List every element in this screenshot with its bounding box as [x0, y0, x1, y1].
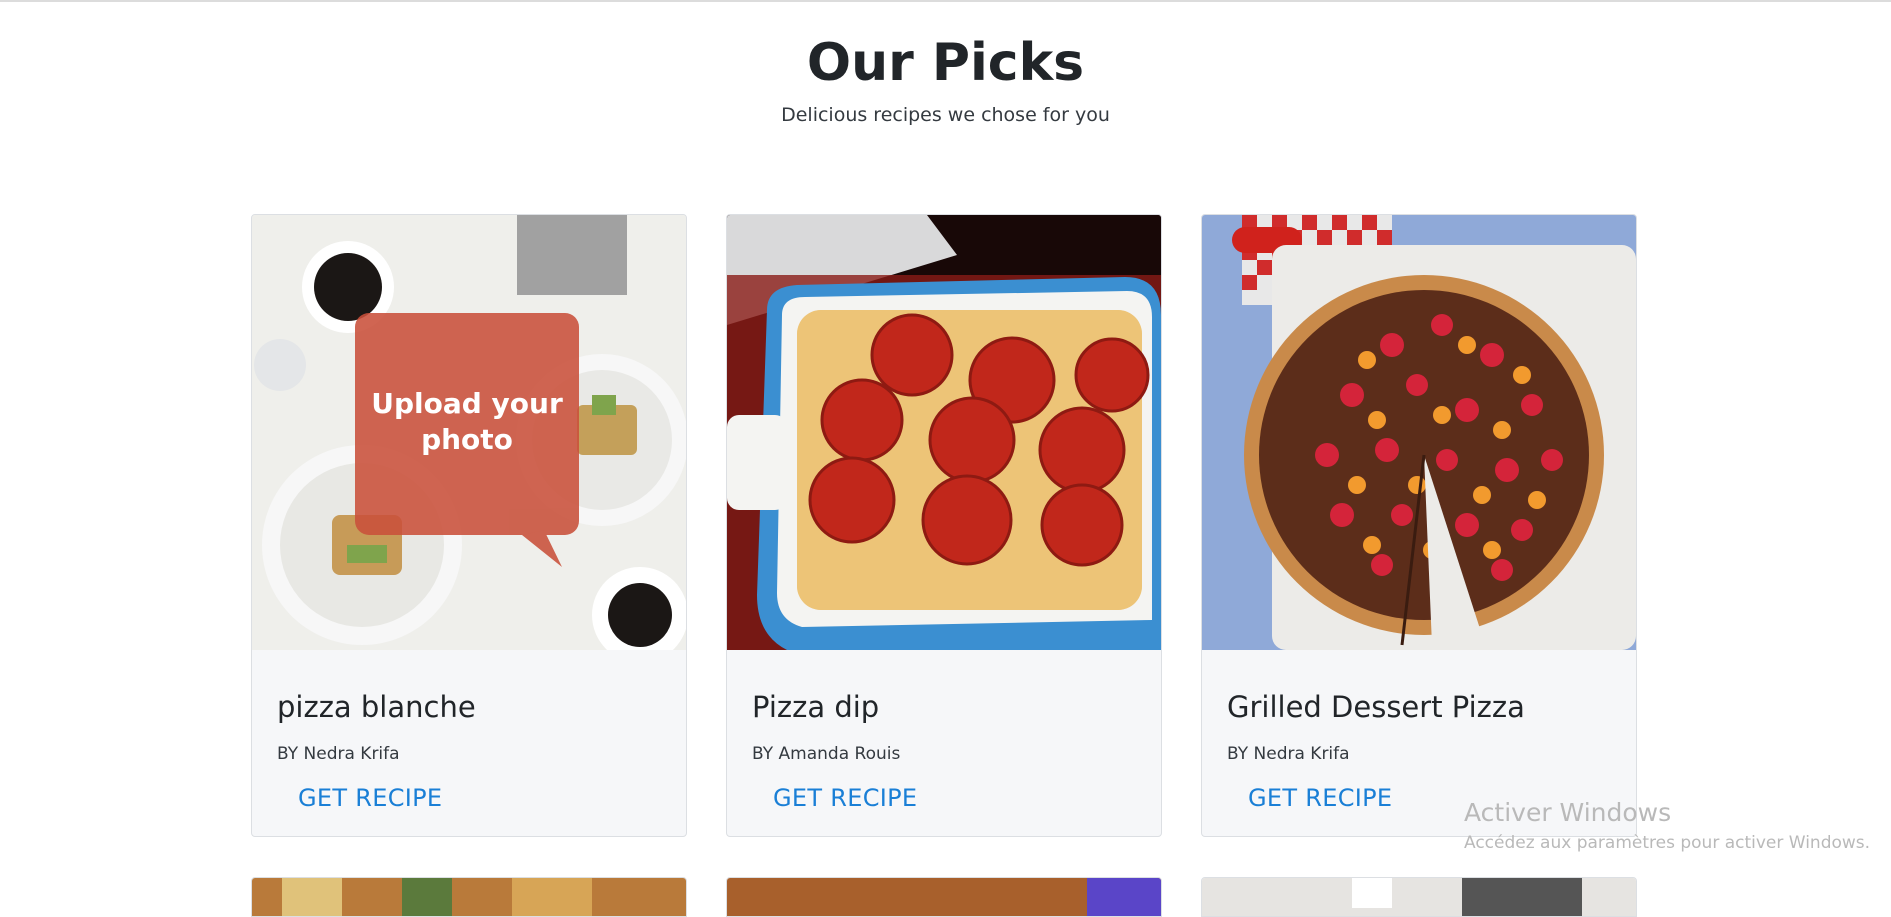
recipe-photo[interactable]	[727, 215, 1161, 650]
card-author: BY Nedra Krifa	[277, 744, 400, 764]
get-recipe-link[interactable]: GET RECIPE	[1248, 784, 1392, 812]
placeholder-photo-image: Upload your photo	[252, 215, 686, 650]
card-body: Pizza dip BY Amanda Rouis GET RECIPE	[727, 650, 1161, 836]
watermark-subtitle: Accédez aux paramètres pour activer Wind…	[1464, 833, 1871, 853]
page-title: Our Picks	[806, 33, 1085, 93]
recipe-photo[interactable]	[1202, 215, 1636, 650]
get-recipe-link[interactable]: GET RECIPE	[773, 784, 917, 812]
card-title: Grilled Dessert Pizza	[1227, 690, 1525, 724]
recipe-card-partial[interactable]	[251, 877, 687, 917]
recipe-photo-placeholder[interactable]: Upload your photo	[252, 215, 686, 650]
pizza-dip-image	[727, 215, 1161, 650]
card-title: pizza blanche	[277, 690, 476, 724]
get-recipe-link[interactable]: GET RECIPE	[298, 784, 442, 812]
recipe-photo	[252, 878, 686, 916]
card-author: BY Amanda Rouis	[752, 744, 901, 764]
page-subtitle: Delicious recipes we chose for you	[781, 104, 1110, 126]
card-author: BY Nedra Krifa	[1227, 744, 1350, 764]
section-header: Our Picks Delicious recipes we chose for…	[0, 30, 1891, 126]
recipe-card-pizza-blanche[interactable]: Upload your photo pizza blanche BY Nedra…	[251, 214, 687, 837]
recipe-photo	[1202, 878, 1636, 916]
card-body: pizza blanche BY Nedra Krifa GET RECIPE	[252, 650, 686, 836]
card-title: Pizza dip	[752, 690, 880, 724]
recipe-card-partial[interactable]	[726, 877, 1162, 917]
upload-photo-text-line2: photo	[421, 423, 513, 456]
recipe-card-grilled-dessert-pizza[interactable]: Grilled Dessert Pizza BY Nedra Krifa GET…	[1201, 214, 1637, 837]
grilled-dessert-pizza-image	[1202, 215, 1636, 650]
upload-photo-text-line1: Upload your	[371, 387, 563, 420]
recipe-photo	[727, 878, 1161, 916]
recipe-card-pizza-dip[interactable]: Pizza dip BY Amanda Rouis GET RECIPE	[726, 214, 1162, 837]
recipe-card-partial[interactable]	[1201, 877, 1637, 917]
windows-activation-watermark: Activer Windows Accédez aux paramètres p…	[1464, 798, 1870, 854]
top-border	[0, 0, 1891, 2]
watermark-title: Activer Windows	[1464, 798, 1672, 827]
